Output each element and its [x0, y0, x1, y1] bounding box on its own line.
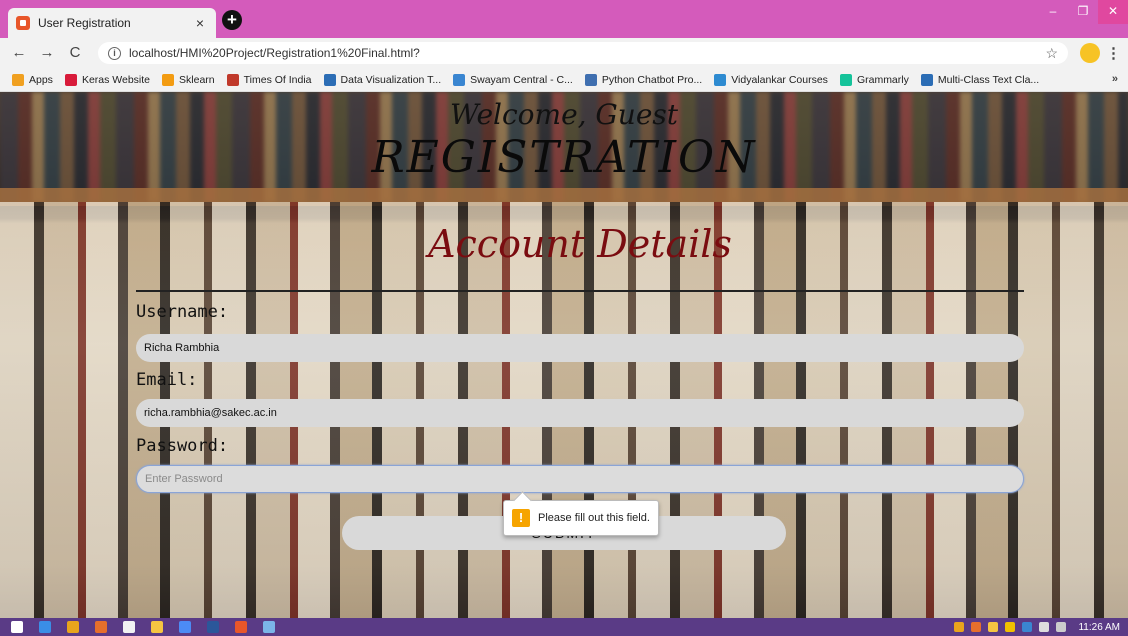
bookmark-item[interactable]: Swayam Central - C...	[453, 73, 573, 86]
section-divider	[136, 290, 1024, 292]
email-label: Email:	[136, 370, 198, 390]
bookmark-label: Sklearn	[179, 73, 215, 86]
forward-button[interactable]: →	[36, 42, 58, 64]
bookmark-item[interactable]: Python Chatbot Pro...	[584, 73, 703, 86]
tray-app-icon[interactable]	[1022, 622, 1033, 632]
username-input[interactable]	[136, 334, 1024, 362]
email-input[interactable]	[136, 399, 1024, 427]
word-icon[interactable]	[202, 619, 224, 635]
start-icon[interactable]	[6, 619, 28, 635]
tray-app-icon[interactable]	[988, 622, 999, 632]
bookmark-label: Swayam Central - C...	[470, 73, 573, 86]
browser-menu-icon[interactable]: ⋮	[1106, 44, 1121, 62]
browser-tab[interactable]: User Registration ×	[8, 8, 216, 38]
reload-button[interactable]: C	[64, 42, 86, 64]
close-window-button[interactable]: ✕	[1098, 0, 1128, 24]
bookmark-label: Keras Website	[81, 73, 151, 86]
validation-message: Please fill out this field.	[538, 512, 650, 524]
tab-close-icon[interactable]: ×	[192, 15, 208, 31]
welcome-heading: Welcome, Guest	[449, 98, 679, 131]
minimize-button[interactable]: –	[1038, 0, 1068, 24]
bookmark-favicon-icon	[920, 73, 933, 86]
bookmark-item[interactable]: Data Visualization T...	[323, 73, 442, 86]
validation-tooltip: ! Please fill out this field.	[503, 500, 659, 536]
bookmark-favicon-icon	[323, 73, 336, 86]
bookmark-item[interactable]: Apps	[12, 73, 53, 86]
tray-app-icon[interactable]	[1005, 622, 1016, 632]
system-tray: 11:26 AM	[947, 618, 1128, 636]
bookmark-favicon-icon	[714, 73, 727, 86]
bookmark-item[interactable]: Times Of India	[226, 73, 312, 86]
tray-app-icon[interactable]	[954, 622, 965, 632]
bookmark-label: Grammarly	[856, 73, 909, 86]
bookmark-item[interactable]: Keras Website	[64, 73, 151, 86]
volume-icon[interactable]	[1056, 622, 1067, 632]
app-icon[interactable]	[90, 619, 112, 635]
browser-title-bar: User Registration × + – ❐ ✕	[0, 0, 1128, 38]
password-label: Password:	[136, 436, 229, 456]
bookmark-favicon-icon	[12, 73, 24, 86]
bookmark-favicon-icon	[162, 73, 175, 86]
bookmark-label: Vidyalankar Courses	[731, 73, 828, 86]
bookmark-favicon-icon	[839, 73, 852, 86]
registration-page: Welcome, Guest REGISTRATION Account Deta…	[0, 92, 1128, 618]
new-tab-button[interactable]: +	[222, 10, 242, 30]
app-icon[interactable]	[258, 619, 280, 635]
bookmark-label: Apps	[29, 73, 53, 86]
bookmark-item[interactable]: Multi-Class Text Cla...	[920, 73, 1040, 86]
site-info-icon[interactable]: i	[108, 46, 121, 60]
chrome-icon[interactable]	[174, 619, 196, 635]
back-button[interactable]: ←	[8, 42, 30, 64]
bookmark-star-icon[interactable]: ☆	[1045, 45, 1058, 62]
warning-icon: !	[512, 509, 530, 527]
bookmark-favicon-icon	[584, 73, 597, 86]
bookmarks-overflow-icon[interactable]: »	[1112, 73, 1118, 85]
url-text[interactable]: localhost/HMI%20Project/Registration1%20…	[129, 46, 1045, 60]
bookmark-item[interactable]: Grammarly	[839, 73, 909, 86]
maximize-button[interactable]: ❐	[1068, 0, 1098, 24]
edge-icon[interactable]	[34, 619, 56, 635]
tab-title: User Registration	[38, 16, 131, 30]
page-title: REGISTRATION	[371, 132, 757, 183]
bookmark-item[interactable]: Sklearn	[162, 73, 215, 86]
page-favicon-icon	[16, 16, 30, 30]
taskbar-clock[interactable]: 11:26 AM	[1078, 622, 1120, 633]
bookmarks-bar: Apps Keras Website Sklearn Times Of India Da…	[0, 68, 1128, 92]
password-input[interactable]	[136, 465, 1024, 493]
app-icon[interactable]	[118, 619, 140, 635]
section-title: Account Details	[428, 222, 732, 266]
profile-avatar-icon[interactable]	[1080, 43, 1100, 63]
bookmark-label: Multi-Class Text Cla...	[937, 73, 1040, 86]
bookmark-favicon-icon	[453, 73, 466, 86]
network-icon[interactable]	[1039, 622, 1050, 632]
bookmark-label: Times Of India	[243, 73, 312, 86]
app-icon[interactable]	[230, 619, 252, 635]
address-bar[interactable]: i localhost/HMI%20Project/Registration1%…	[98, 42, 1068, 64]
bookmark-favicon-icon	[226, 73, 239, 86]
folder-icon[interactable]	[146, 619, 168, 635]
tray-app-icon[interactable]	[971, 622, 982, 632]
bookmark-item[interactable]: Vidyalankar Courses	[714, 73, 828, 86]
bookmark-label: Data Visualization T...	[340, 73, 442, 86]
username-label: Username:	[136, 302, 229, 322]
browser-toolbar: ← → C i localhost/HMI%20Project/Registra…	[0, 38, 1128, 68]
bookmark-favicon-icon	[64, 73, 77, 86]
chrome-icon[interactable]	[62, 619, 84, 635]
bookmark-label: Python Chatbot Pro...	[601, 73, 703, 86]
windows-taskbar: 11:26 AM	[0, 618, 1128, 636]
